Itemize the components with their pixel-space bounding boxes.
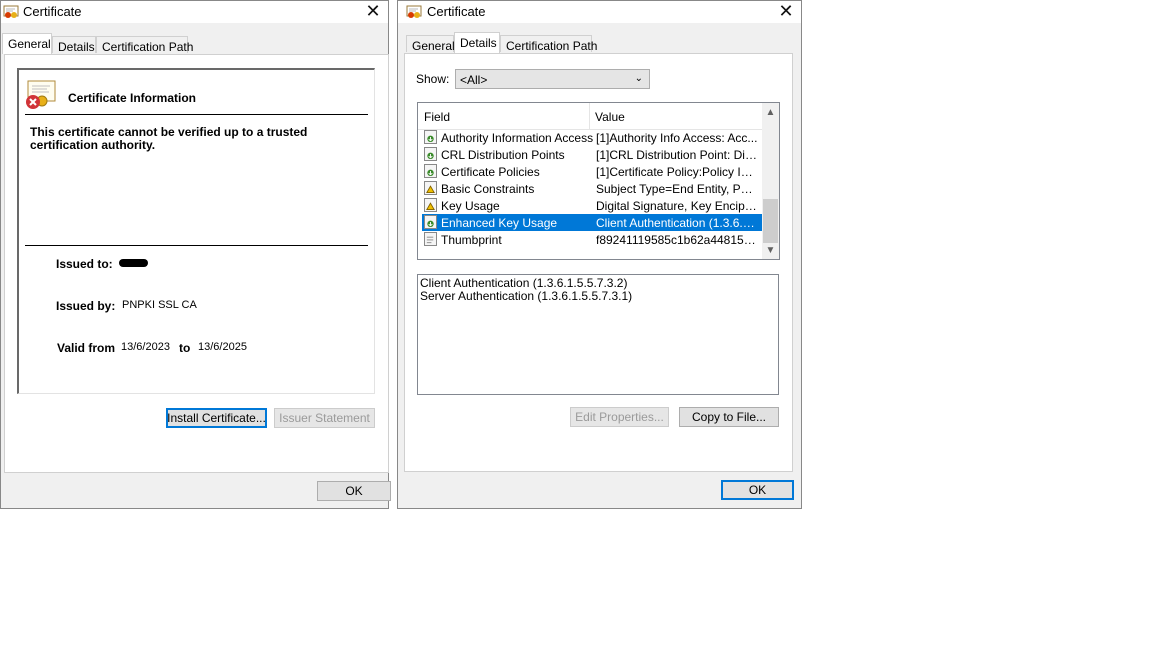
field-name: Key Usage	[441, 199, 500, 213]
cert-ext-icon	[424, 147, 437, 161]
list-item[interactable]: Certificate Policies [1]Certificate Poli…	[422, 163, 762, 180]
list-item[interactable]: Authority Information Access [1]Authorit…	[422, 129, 762, 146]
list-item[interactable]: Key Usage Digital Signature, Key Enciphe…	[422, 197, 762, 214]
show-dropdown-value: <All>	[460, 73, 488, 87]
field-value: Subject Type=End Entity, Pat...	[596, 182, 758, 196]
list-item[interactable]: Basic Constraints Subject Type=End Entit…	[422, 180, 762, 197]
field-name: Thumbprint	[441, 233, 502, 247]
certificate-error-icon	[26, 80, 56, 109]
certificate-icon	[406, 5, 422, 18]
issued-by-label: Issued by:	[56, 299, 116, 313]
valid-from-label: Valid from	[57, 341, 116, 355]
field-value: Client Authentication (1.3.6.1....	[596, 216, 758, 230]
warning-text-line2: certification authority.	[30, 138, 156, 152]
cert-ext-icon	[424, 130, 437, 144]
warning-ext-icon	[424, 198, 437, 212]
field-detail-textbox[interactable]: Client Authentication (1.3.6.1.5.5.7.3.2…	[417, 274, 779, 395]
vertical-scrollbar[interactable]: ▲ ▼	[762, 103, 779, 259]
field-name: Basic Constraints	[441, 182, 535, 196]
title-bar: Certificate ✕	[398, 1, 801, 23]
tab-details[interactable]: Details	[52, 36, 96, 54]
issued-to-label: Issued to:	[56, 257, 113, 271]
issuer-statement-button[interactable]: Issuer Statement	[274, 408, 375, 428]
tab-general[interactable]: General	[2, 33, 52, 54]
close-button[interactable]: ✕	[777, 1, 795, 21]
list-item-selected[interactable]: Enhanced Key Usage Client Authentication…	[422, 214, 762, 231]
issued-to-redacted	[119, 259, 148, 267]
detail-line: Server Authentication (1.3.6.1.5.5.7.3.1…	[420, 289, 633, 303]
field-list[interactable]: Field Value Authority Information Access…	[417, 102, 780, 260]
chevron-down-icon[interactable]: ▼	[762, 242, 779, 259]
show-dropdown[interactable]: <All> ⌄	[455, 69, 650, 89]
certificate-icon	[3, 5, 19, 18]
window-title: Certificate	[427, 4, 486, 19]
tab-general[interactable]: General	[406, 35, 455, 53]
cert-ext-icon	[424, 164, 437, 178]
field-name: Authority Information Access	[441, 131, 594, 145]
valid-to-value: 13/6/2025	[198, 341, 247, 353]
close-button[interactable]: ✕	[364, 1, 382, 21]
chevron-up-icon[interactable]: ▲	[762, 104, 779, 121]
list-header: Field Value	[418, 103, 762, 130]
issued-by-value: PNPKI SSL CA	[122, 299, 197, 311]
install-certificate-button[interactable]: Install Certificate...	[166, 408, 267, 428]
field-value: f89241119585c1b62a4481578...	[596, 233, 758, 247]
valid-from-value: 13/6/2023	[121, 341, 170, 353]
show-label: Show:	[416, 72, 450, 86]
body-divider	[25, 245, 368, 246]
cert-ext-icon	[424, 215, 437, 229]
document-icon	[424, 232, 437, 246]
ok-button[interactable]: OK	[721, 480, 794, 500]
column-header-value[interactable]: Value	[595, 110, 625, 124]
column-header-field[interactable]: Field	[424, 110, 450, 124]
tab-details[interactable]: Details	[454, 32, 500, 53]
chevron-down-icon: ⌄	[634, 73, 643, 84]
field-value: [1]CRL Distribution Point: Distr...	[596, 148, 758, 162]
certificate-dialog-general: Certificate ✕ General Details Certificat…	[0, 0, 391, 509]
list-item[interactable]: CRL Distribution Points [1]CRL Distribut…	[422, 146, 762, 163]
certificate-info-box: Certificate Information This certificate…	[17, 68, 375, 394]
edit-properties-button[interactable]: Edit Properties...	[570, 407, 669, 427]
tab-certification-path[interactable]: Certification Path	[96, 36, 193, 54]
field-value: [1]Authority Info Access: Acc...	[596, 131, 758, 145]
warning-text-line1: This certificate cannot be verified up t…	[30, 125, 308, 139]
warning-ext-icon	[424, 181, 437, 195]
field-name: CRL Distribution Points	[441, 148, 565, 162]
valid-to-label: to	[179, 341, 191, 355]
ok-button[interactable]: OK	[317, 481, 391, 501]
window-title: Certificate	[23, 4, 82, 19]
field-value: Digital Signature, Key Encipher...	[596, 199, 758, 213]
copy-to-file-button[interactable]: Copy to File...	[679, 407, 779, 427]
tab-certification-path[interactable]: Certification Path	[500, 35, 597, 53]
scrollbar-thumb[interactable]	[763, 199, 778, 243]
title-bar: Certificate ✕	[1, 1, 388, 23]
list-item[interactable]: Thumbprint f89241119585c1b62a4481578...	[422, 231, 762, 248]
field-name: Enhanced Key Usage	[441, 216, 558, 230]
column-divider	[589, 103, 590, 129]
field-value: [1]Certificate Policy:Policy Ide...	[596, 165, 758, 179]
field-name: Certificate Policies	[441, 165, 540, 179]
info-heading: Certificate Information	[68, 91, 197, 105]
header-divider	[25, 114, 368, 115]
